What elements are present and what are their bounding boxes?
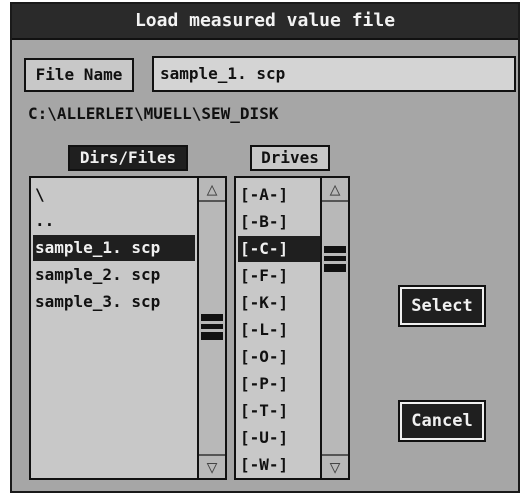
- dirs-files-header: Dirs/Files: [68, 145, 188, 171]
- scroll-down-icon[interactable]: ▽: [199, 454, 225, 478]
- file-name-label: File Name: [24, 58, 134, 92]
- drive-item[interactable]: [-U-]: [238, 425, 320, 451]
- drive-item[interactable]: [-O-]: [238, 344, 320, 370]
- drive-item[interactable]: [-F-]: [238, 263, 320, 289]
- cancel-button[interactable]: Cancel: [398, 400, 486, 442]
- drive-item[interactable]: [-W-]: [238, 452, 320, 478]
- list-item-selected[interactable]: sample_1. scp: [33, 235, 195, 261]
- scroll-thumb[interactable]: [324, 246, 346, 272]
- select-button[interactable]: Select: [398, 285, 486, 327]
- dirs-files-list[interactable]: \ .. sample_1. scp sample_2. scp sample_…: [29, 176, 227, 480]
- scroll-up-icon[interactable]: △: [199, 178, 225, 202]
- drive-item[interactable]: [-A-]: [238, 182, 320, 208]
- scroll-up-icon[interactable]: △: [322, 178, 348, 202]
- load-file-dialog: Load measured value file File Name sampl…: [10, 2, 520, 493]
- scroll-thumb[interactable]: [201, 314, 223, 340]
- drive-item[interactable]: [-T-]: [238, 398, 320, 424]
- scroll-down-icon[interactable]: ▽: [322, 454, 348, 478]
- drives-list[interactable]: [-A-] [-B-] [-C-] [-F-] [-K-] [-L-] [-O-…: [234, 176, 350, 480]
- dialog-title: Load measured value file: [12, 4, 518, 40]
- current-path: C:\ALLERLEI\MUELL\SEW_DISK: [28, 104, 279, 123]
- list-item[interactable]: ..: [33, 208, 195, 234]
- list-item[interactable]: sample_2. scp: [33, 262, 195, 288]
- list-item[interactable]: \: [33, 182, 195, 208]
- drives-header: Drives: [250, 145, 330, 171]
- dirs-files-scrollbar[interactable]: △ ▽: [197, 178, 225, 478]
- list-item[interactable]: sample_3. scp: [33, 289, 195, 315]
- drives-scrollbar[interactable]: △ ▽: [320, 178, 348, 478]
- drive-item[interactable]: [-P-]: [238, 371, 320, 397]
- drive-item-selected[interactable]: [-C-]: [238, 236, 320, 262]
- drive-item[interactable]: [-K-]: [238, 290, 320, 316]
- drive-item[interactable]: [-L-]: [238, 317, 320, 343]
- drive-item[interactable]: [-B-]: [238, 209, 320, 235]
- file-name-input[interactable]: sample_1. scp: [152, 56, 516, 92]
